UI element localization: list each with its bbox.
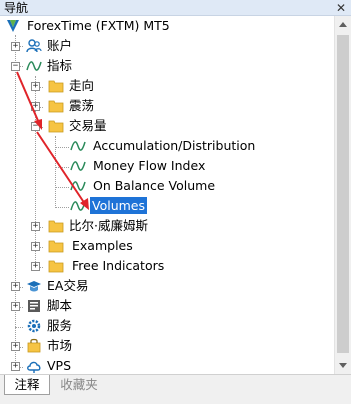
tree-item-bill-williams[interactable]: + 比尔·威廉姆斯: [0, 216, 334, 236]
tree-label-scripts: 脚本: [47, 298, 73, 313]
navigator-tree[interactable]: ForexTime (FXTM) MT5 + 账户 − 指标 + 走向 + 震荡…: [0, 16, 334, 374]
tree-label-volumes: Volumes: [90, 197, 148, 214]
tree-item-oscillators[interactable]: + 震荡: [0, 96, 334, 116]
gear-icon: [27, 319, 41, 333]
scroll-icon: [28, 300, 40, 312]
tree-item-examples[interactable]: + Examples: [0, 236, 334, 256]
expand-toggle[interactable]: +: [11, 42, 20, 51]
expand-toggle[interactable]: +: [31, 82, 40, 91]
navigator-panel: 导航 ✕ ForexTime (FXTM) MT5 + 账户 − 指标 + 走向…: [0, 0, 351, 404]
expand-toggle[interactable]: +: [11, 342, 20, 351]
tree-item-scripts[interactable]: + 脚本: [0, 296, 334, 316]
tree-item-volumes-folder[interactable]: − 交易量: [0, 116, 334, 136]
panel-title: 导航: [4, 1, 29, 15]
indicator-icon: [26, 61, 42, 71]
close-button[interactable]: ✕: [334, 1, 348, 15]
folder-icon: [48, 120, 64, 133]
tree-label-vps: VPS: [47, 358, 72, 373]
tree-label-ea: EA交易: [47, 278, 89, 293]
tree-label-market: 市场: [47, 338, 73, 353]
folder-icon: [48, 80, 64, 93]
folder-icon: [48, 100, 64, 113]
tree-label-obv: On Balance Volume: [93, 178, 216, 193]
folder-icon: [48, 260, 64, 273]
graduation-cap-icon: [27, 281, 41, 292]
expand-toggle[interactable]: +: [31, 262, 40, 271]
tree-label-accumulation: Accumulation/Distribution: [93, 138, 256, 153]
indicator-icon: [70, 181, 86, 191]
folder-icon: [48, 220, 64, 233]
close-icon: ✕: [335, 1, 347, 15]
tree-item-services[interactable]: 服务: [0, 316, 334, 336]
tree-label-trend: 走向: [69, 78, 95, 93]
tree-label-services: 服务: [47, 318, 73, 333]
cloud-icon: [27, 361, 41, 373]
tree-item-volumes[interactable]: Volumes: [0, 196, 334, 216]
vertical-scrollbar[interactable]: [334, 16, 351, 374]
expand-toggle[interactable]: +: [11, 282, 20, 291]
tree-item-market[interactable]: + 市场: [0, 336, 334, 356]
expand-toggle[interactable]: +: [31, 102, 40, 111]
tab-favorites[interactable]: 收藏夹: [54, 375, 104, 395]
tree-label-bill-williams: 比尔·威廉姆斯: [69, 218, 148, 233]
navigator-titlebar: 导航 ✕: [0, 0, 351, 16]
expand-toggle[interactable]: +: [31, 222, 40, 231]
collapse-toggle[interactable]: −: [31, 122, 40, 131]
expand-toggle[interactable]: +: [11, 302, 20, 311]
scroll-up-icon: [339, 22, 347, 27]
tree-label-free-indicators: Free Indicators: [72, 258, 165, 273]
tree-label-accounts: 账户: [47, 38, 73, 53]
indicator-icon: [70, 161, 86, 171]
scroll-up-button[interactable]: [335, 16, 351, 33]
indicator-icon: [70, 141, 86, 151]
tab-common[interactable]: 注释: [4, 375, 50, 395]
tree-item-accumulation[interactable]: Accumulation/Distribution: [0, 136, 334, 156]
accounts-icon: [26, 39, 42, 53]
tree-item-ea[interactable]: + EA交易: [0, 276, 334, 296]
tree-item-indicators[interactable]: − 指标: [0, 56, 334, 76]
indicator-icon: [70, 201, 86, 211]
tree-label-mfi: Money Flow Index: [93, 158, 206, 173]
tree-label-root: ForexTime (FXTM) MT5: [27, 18, 170, 33]
expand-toggle[interactable]: +: [11, 362, 20, 371]
terminal-logo-icon: [7, 20, 19, 32]
folder-icon: [48, 240, 64, 253]
tree-label-volumes-folder: 交易量: [69, 118, 107, 133]
bottom-tabbar: 注释 收藏夹: [0, 374, 351, 404]
tree-item-trend[interactable]: + 走向: [0, 76, 334, 96]
tree-label-oscillators: 震荡: [69, 98, 95, 113]
tree-label-indicators: 指标: [47, 58, 73, 73]
collapse-toggle[interactable]: −: [11, 62, 20, 71]
tree-item-obv[interactable]: On Balance Volume: [0, 176, 334, 196]
tree-item-accounts[interactable]: + 账户: [0, 36, 334, 56]
tree-label-examples: Examples: [72, 238, 133, 253]
tree-item-vps[interactable]: + VPS: [0, 356, 334, 376]
tree-item-free-indicators[interactable]: + Free Indicators: [0, 256, 334, 276]
scroll-down-icon: [339, 363, 347, 368]
scroll-down-button[interactable]: [335, 357, 351, 374]
expand-toggle[interactable]: +: [31, 242, 40, 251]
tree-item-mfi[interactable]: Money Flow Index: [0, 156, 334, 176]
scroll-thumb[interactable]: [337, 35, 349, 353]
tree-item-root[interactable]: ForexTime (FXTM) MT5: [0, 16, 334, 36]
shopping-bag-icon: [27, 338, 41, 353]
